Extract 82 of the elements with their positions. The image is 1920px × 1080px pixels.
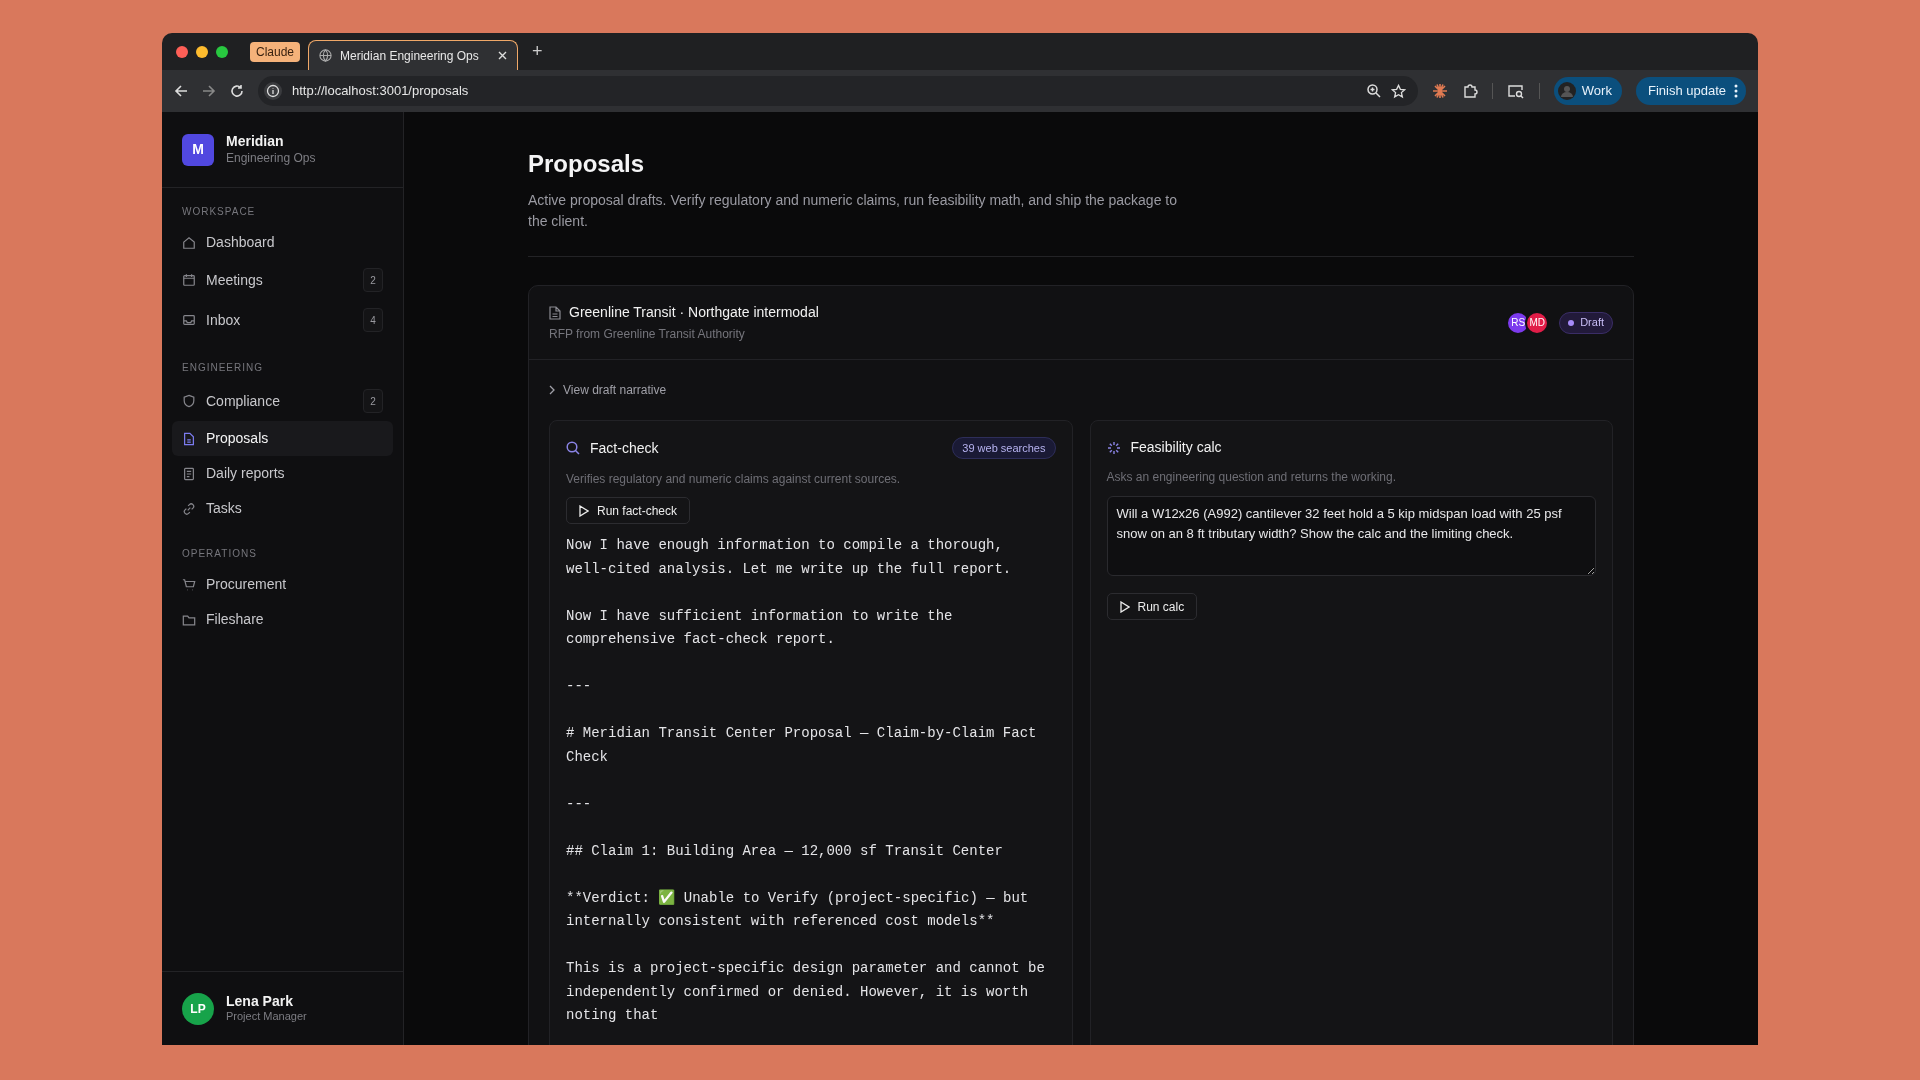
view-draft-narrative-toggle[interactable]: View draft narrative xyxy=(549,360,667,420)
sidebar-item[interactable]: Proposals xyxy=(172,421,393,456)
back-icon[interactable] xyxy=(174,84,188,98)
bookmark-star-icon[interactable] xyxy=(1390,83,1406,99)
zoom-icon[interactable] xyxy=(1366,84,1381,98)
sidebar-item[interactable]: Inbox 4 xyxy=(172,300,393,340)
more-icon xyxy=(1734,84,1738,98)
finish-update-button[interactable]: Finish update xyxy=(1635,77,1746,105)
report-icon xyxy=(182,466,196,481)
report-paragraph: **Verdict: ✅ Unable to Verify (project-specific) — but internally consistent with referenced cost models** xyxy=(566,888,1029,931)
url-text: http://localhost:3001/proposals xyxy=(292,82,470,101)
report-paragraph: # Meridian Transit Center Proposal — Claim-by-Claim Fact Check xyxy=(566,724,1037,767)
extensions-puzzle-icon[interactable] xyxy=(1461,83,1478,99)
document-icon xyxy=(182,431,196,446)
calendar-icon xyxy=(182,273,196,287)
chevron-right-icon xyxy=(549,385,555,395)
logo-badge: M xyxy=(182,133,214,166)
folder-icon xyxy=(182,612,196,627)
report-paragraph: This is a project-specific design parameter and cannot be independently confirmed or denied. However, it is worth noting that xyxy=(566,959,1045,1025)
sidebar-item[interactable]: Dashboard xyxy=(172,225,393,260)
page-description: Active proposal drafts. Verify regulatory and numeric claims, run feasibility math, and ship the package to the client. xyxy=(528,191,1178,231)
play-icon xyxy=(579,504,589,517)
address-bar[interactable]: http://localhost:3001/proposals xyxy=(258,76,1418,106)
sidebar-item[interactable]: Tasks xyxy=(172,491,393,526)
report-paragraph: Now I have enough information to compile a thorough, well-cited analysis. Let me write up the full report. xyxy=(566,536,1012,579)
close-tab-icon[interactable] xyxy=(498,51,508,60)
cart-icon xyxy=(182,577,196,592)
close-window-icon[interactable] xyxy=(176,45,188,58)
tab-group-label[interactable]: Claude xyxy=(250,41,301,62)
count-badge: 2 xyxy=(363,389,383,413)
sidebar-item[interactable]: Procurement xyxy=(172,567,393,602)
run-fact-check-button[interactable]: Run fact-check xyxy=(566,497,691,524)
reload-icon[interactable] xyxy=(230,84,244,98)
section-heading: WORKSPACE xyxy=(181,205,257,219)
loading-spinner-icon xyxy=(1106,440,1121,455)
site-info-icon[interactable] xyxy=(264,82,282,100)
brand-subtitle: Engineering Ops xyxy=(226,150,316,166)
user-role: Project Manager xyxy=(226,1010,307,1025)
run-calc-button[interactable]: Run calc xyxy=(1106,593,1198,620)
user-name: Lena Park xyxy=(226,992,294,1011)
panel-title: Fact-check xyxy=(590,438,660,458)
sunburst-icon[interactable] xyxy=(1431,83,1448,99)
profile-avatar-icon xyxy=(1557,82,1576,100)
tab-search-icon[interactable] xyxy=(1506,83,1525,99)
sidebar-item[interactable]: Compliance 2 xyxy=(172,381,393,421)
report-paragraph: ## Claim 1: Building Area — 12,000 sf Transit Center xyxy=(566,841,1003,861)
proposal-subtitle: RFP from Greenline Transit Authority xyxy=(549,326,746,343)
report-paragraph: --- xyxy=(566,794,592,814)
search-icon xyxy=(566,441,580,455)
report-paragraph: --- xyxy=(566,677,592,696)
brand-name: Meridian xyxy=(226,133,285,151)
forward-icon[interactable] xyxy=(202,84,216,98)
section-heading: ENGINEERING xyxy=(181,361,264,375)
play-icon xyxy=(1119,600,1130,613)
web-searches-badge: 39 web searches xyxy=(952,437,1056,459)
user-avatar: LP xyxy=(182,992,214,1025)
count-badge: 2 xyxy=(363,268,383,292)
document-icon xyxy=(549,305,561,320)
question-input-field[interactable]: Will a W12x26 (A992) cantilever 32 feet hold a 5 kip midspan load with 25 psf snow on an 8 ft tributary width? Show the calc and the limiting check. xyxy=(1106,496,1596,576)
panel-description: Asks an engineering question and returns the working. xyxy=(1106,469,1397,486)
proposal-title: Greenline Transit · Northgate intermodal xyxy=(569,303,819,322)
panel-title: Feasibility calc xyxy=(1130,438,1222,457)
report-paragraph: Now I have sufficient information to write the comprehensive fact-check report. xyxy=(566,606,953,649)
sidebar-item[interactable]: Meetings 2 xyxy=(172,260,393,300)
maximize-window-icon[interactable] xyxy=(216,45,228,58)
browser-tab[interactable]: Meridian Engineering Ops xyxy=(308,40,519,70)
minimize-window-icon[interactable] xyxy=(196,45,208,58)
member-avatar: MD xyxy=(1525,310,1550,335)
inbox-icon xyxy=(182,313,196,327)
sidebar-item[interactable]: Fileshare xyxy=(172,602,393,637)
count-badge: 4 xyxy=(363,308,383,332)
panel-description: Verifies regulatory and numeric claims against current sources. xyxy=(566,471,902,488)
home-icon xyxy=(182,235,196,250)
page-title: Proposals xyxy=(528,149,646,179)
globe-icon xyxy=(319,49,333,62)
status-badge: Draft xyxy=(1559,311,1613,334)
shield-icon xyxy=(182,394,196,408)
sidebar-item[interactable]: Daily reports xyxy=(172,456,393,491)
profile-button[interactable]: Work xyxy=(1553,77,1622,105)
section-heading: OPERATIONS xyxy=(181,547,258,561)
link-icon xyxy=(182,501,196,516)
new-tab-button[interactable]: + xyxy=(526,38,549,65)
